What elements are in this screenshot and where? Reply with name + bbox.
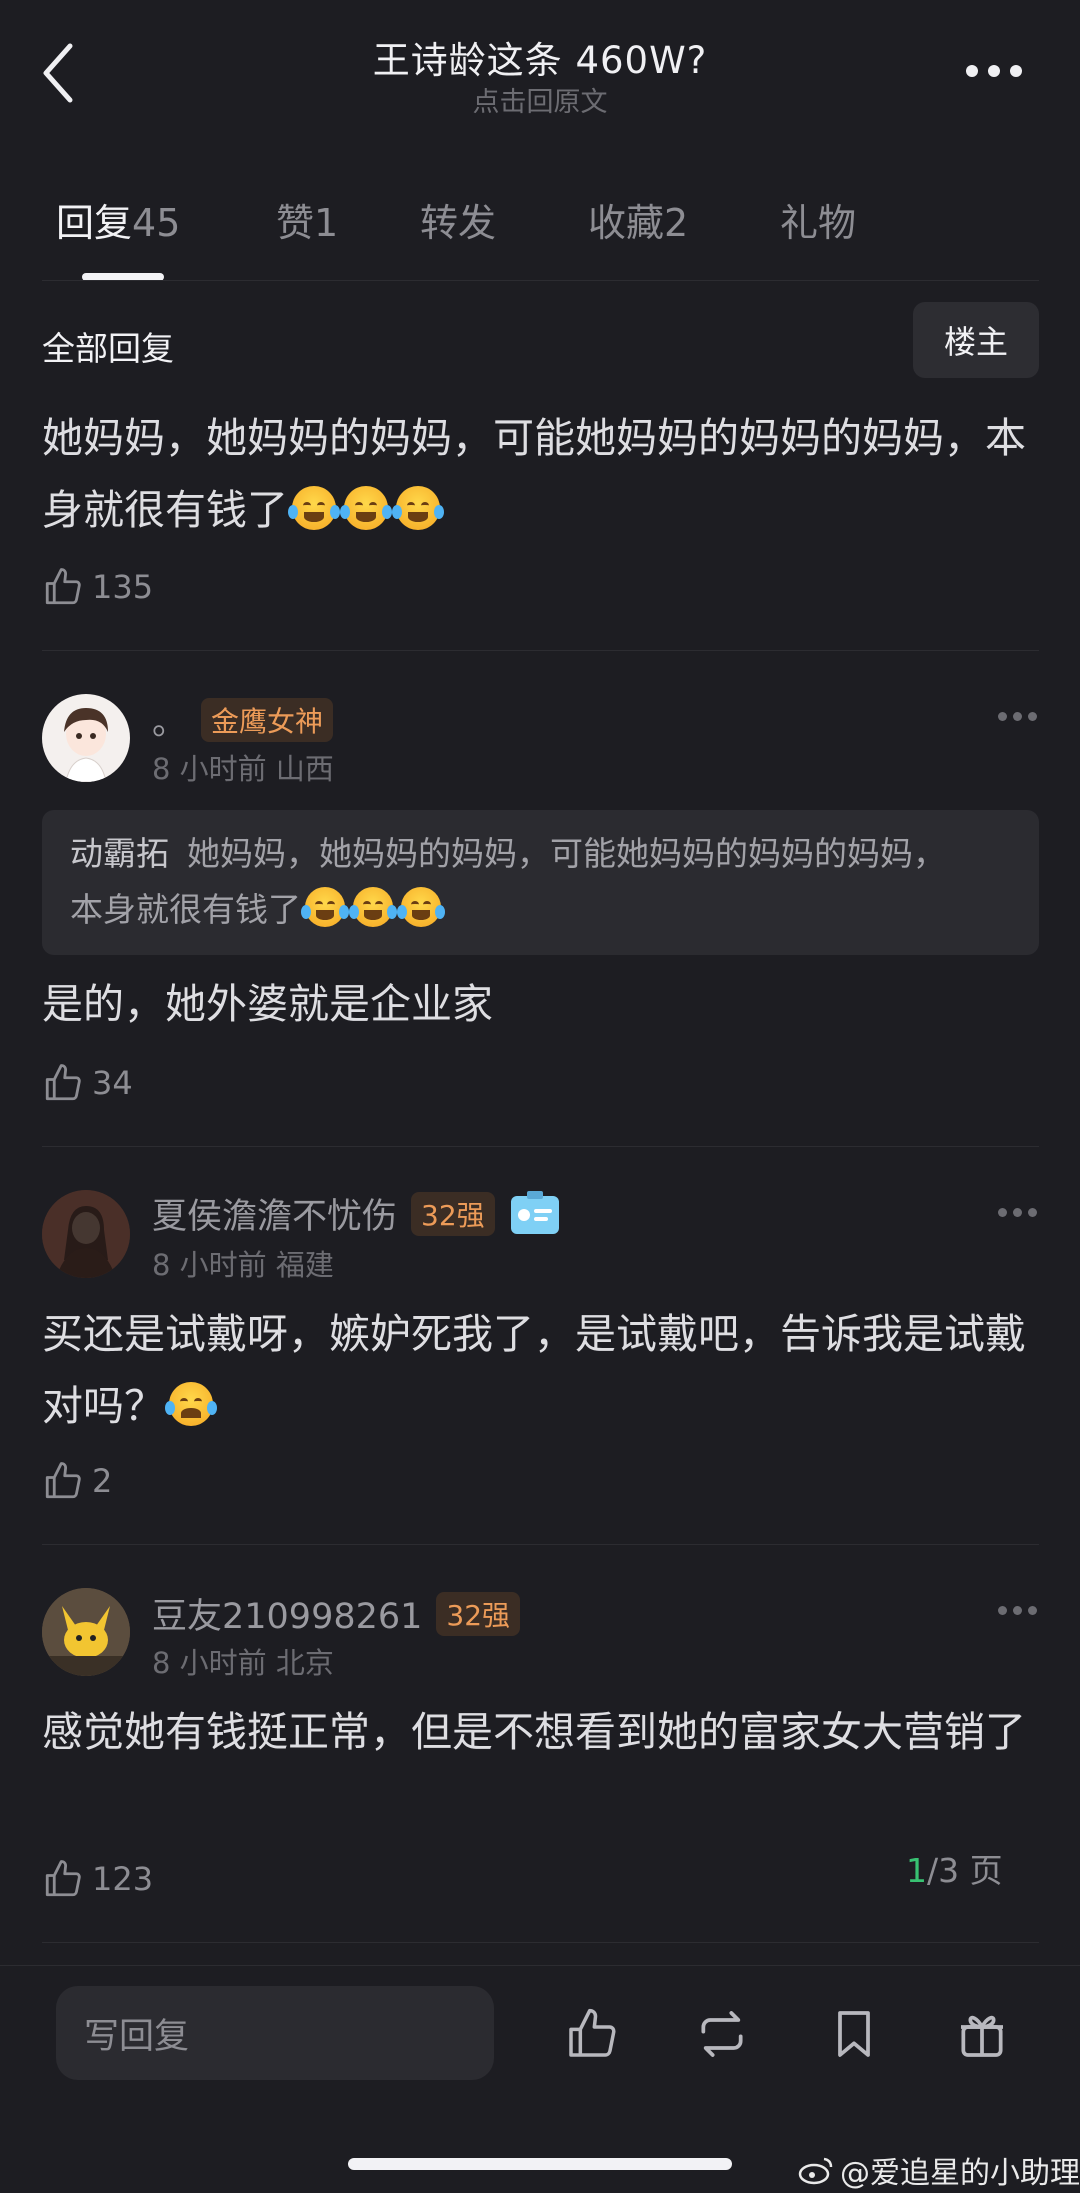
- tab-divider: [42, 280, 1039, 281]
- like-count: 135: [92, 568, 154, 606]
- like-count: 123: [92, 1860, 154, 1898]
- tab-label: 收藏: [588, 201, 665, 245]
- main-comment-body: 她妈妈，她妈妈的妈妈，可能她妈妈的妈妈的妈妈，本身就很有钱了: [42, 414, 1026, 534]
- user-badge: 32强: [411, 1191, 495, 1236]
- bottom-bar-divider: [0, 1965, 1080, 1966]
- tab-reposts[interactable]: 转发: [420, 192, 496, 247]
- like-button[interactable]: 123: [42, 1858, 153, 1900]
- more-dot-icon: [998, 1606, 1007, 1615]
- comment-author[interactable]: 豆友210998261 32强: [152, 1588, 521, 1639]
- home-indicator[interactable]: [348, 2158, 732, 2170]
- tab-count: 1: [314, 201, 339, 245]
- tab-label: 转发: [420, 201, 497, 245]
- watermark-text: @爱追星的小助理: [840, 2156, 1080, 2191]
- total-pages: /3 页: [927, 1851, 1003, 1890]
- laugh-cry-emoji-icon: [301, 887, 349, 927]
- tab-label: 回复: [56, 201, 133, 245]
- thumbs-up-icon: [45, 1064, 81, 1101]
- watermark: @爱追星的小助理: [798, 2148, 1080, 2192]
- thumbs-up-icon: [45, 1462, 81, 1499]
- laugh-cry-emoji-icon: [340, 486, 392, 530]
- tab-count: 45: [132, 201, 181, 245]
- quote-text: 她妈妈，她妈妈的妈妈，可能她妈妈的妈妈的妈妈，本身就很有钱了: [70, 834, 946, 929]
- tab-favorites[interactable]: 收藏2: [588, 192, 688, 247]
- cartoon-avatar-icon: [64, 708, 108, 782]
- page-indicator[interactable]: 1/3 页: [906, 1844, 1003, 1892]
- reply-input[interactable]: 写回复: [56, 1986, 494, 2080]
- more-dot-icon: [998, 1208, 1007, 1217]
- divider: [42, 1146, 1039, 1147]
- like-button[interactable]: 2: [42, 1460, 112, 1502]
- pikachu-avatar-icon: [42, 1588, 130, 1676]
- avatar[interactable]: [42, 694, 130, 782]
- more-dot-icon: [1010, 65, 1022, 77]
- username: 豆友210998261: [152, 1597, 423, 1637]
- gift-icon[interactable]: [954, 2006, 1010, 2062]
- divider: [42, 1942, 1039, 1943]
- more-dot-icon: [1013, 712, 1022, 721]
- comment-meta: 8 小时前 北京: [152, 1646, 334, 1680]
- back-to-original-link[interactable]: 点击回原文: [0, 80, 1080, 119]
- like-button[interactable]: 135: [42, 566, 153, 608]
- divider: [42, 1544, 1039, 1545]
- section-title: 全部回复: [42, 329, 174, 368]
- more-dot-icon: [966, 65, 978, 77]
- more-dot-icon: [1013, 1208, 1022, 1217]
- thumbs-up-icon: [45, 1860, 81, 1897]
- more-dot-icon: [1028, 1606, 1037, 1615]
- more-dot-icon: [988, 65, 1000, 77]
- laugh-cry-emoji-icon: [392, 486, 444, 530]
- user-badge: 金鹰女神: [201, 697, 334, 742]
- quoted-comment: 动霸拓 她妈妈，她妈妈的妈妈，可能她妈妈的妈妈的妈妈，本身就很有钱了: [70, 826, 970, 938]
- owner-filter-button[interactable]: 楼主: [913, 302, 1039, 378]
- more-dot-icon: [998, 712, 1007, 721]
- like-count: 34: [92, 1064, 133, 1102]
- avatar[interactable]: [42, 1190, 130, 1278]
- tab-likes[interactable]: 赞1: [276, 192, 338, 247]
- tab-count: 2: [664, 201, 689, 245]
- comment-meta: 8 小时前 山西: [152, 752, 334, 786]
- comment-author[interactable]: 。 金鹰女神: [152, 694, 334, 745]
- divider: [42, 650, 1039, 651]
- username: 。: [152, 703, 188, 743]
- comment-meta: 8 小时前 福建: [152, 1248, 334, 1282]
- comment-more-button[interactable]: [998, 712, 1038, 722]
- like-count: 2: [92, 1462, 113, 1500]
- user-badge: 32强: [436, 1591, 521, 1636]
- laugh-cry-emoji-icon: [349, 887, 397, 927]
- laugh-cry-emoji-icon: [397, 887, 445, 927]
- id-card-badge-icon: [509, 1190, 561, 1238]
- comment-text: 买还是试戴呀，嫉妒死我了，是试戴吧，告诉我是试戴对吗？: [42, 1298, 1042, 1442]
- bookmark-icon[interactable]: [826, 2006, 882, 2062]
- crying-emoji-icon: [165, 1382, 217, 1426]
- repost-icon[interactable]: [694, 2006, 750, 2062]
- current-page: 1: [906, 1851, 927, 1890]
- comment-text: 是的，她外婆就是企业家: [42, 980, 493, 1028]
- tab-replies[interactable]: 回复45: [56, 192, 180, 247]
- tab-gifts[interactable]: 礼物: [780, 192, 856, 247]
- tab-label: 赞: [276, 201, 315, 245]
- more-dot-icon: [1028, 712, 1037, 721]
- comment-more-button[interactable]: [998, 1208, 1038, 1218]
- comment-text: 感觉她有钱挺正常，但是不想看到她的富家女大营销了: [42, 1708, 1026, 1756]
- username: 夏侯澹澹不忧伤: [152, 1197, 398, 1237]
- comment-more-button[interactable]: [998, 1606, 1038, 1616]
- avatar[interactable]: [42, 1588, 130, 1676]
- like-button[interactable]: 34: [42, 1062, 133, 1104]
- like-icon[interactable]: [564, 2006, 620, 2062]
- weibo-logo-icon: [798, 2155, 834, 2185]
- main-comment-text: 她妈妈，她妈妈的妈妈，可能她妈妈的妈妈的妈妈，本身就很有钱了: [42, 402, 1042, 546]
- more-dot-icon: [1028, 1208, 1037, 1217]
- photo-avatar-icon: [42, 1190, 130, 1278]
- thumbs-up-icon: [45, 568, 81, 605]
- page-title: 王诗龄这条 460W?: [372, 39, 708, 82]
- tab-label: 礼物: [780, 201, 857, 245]
- more-options-button[interactable]: [966, 58, 1030, 84]
- quote-author: 动霸拓: [70, 834, 169, 873]
- more-dot-icon: [1013, 1606, 1022, 1615]
- laugh-cry-emoji-icon: [288, 486, 340, 530]
- comment-author[interactable]: 夏侯澹澹不忧伤 32强: [152, 1188, 561, 1239]
